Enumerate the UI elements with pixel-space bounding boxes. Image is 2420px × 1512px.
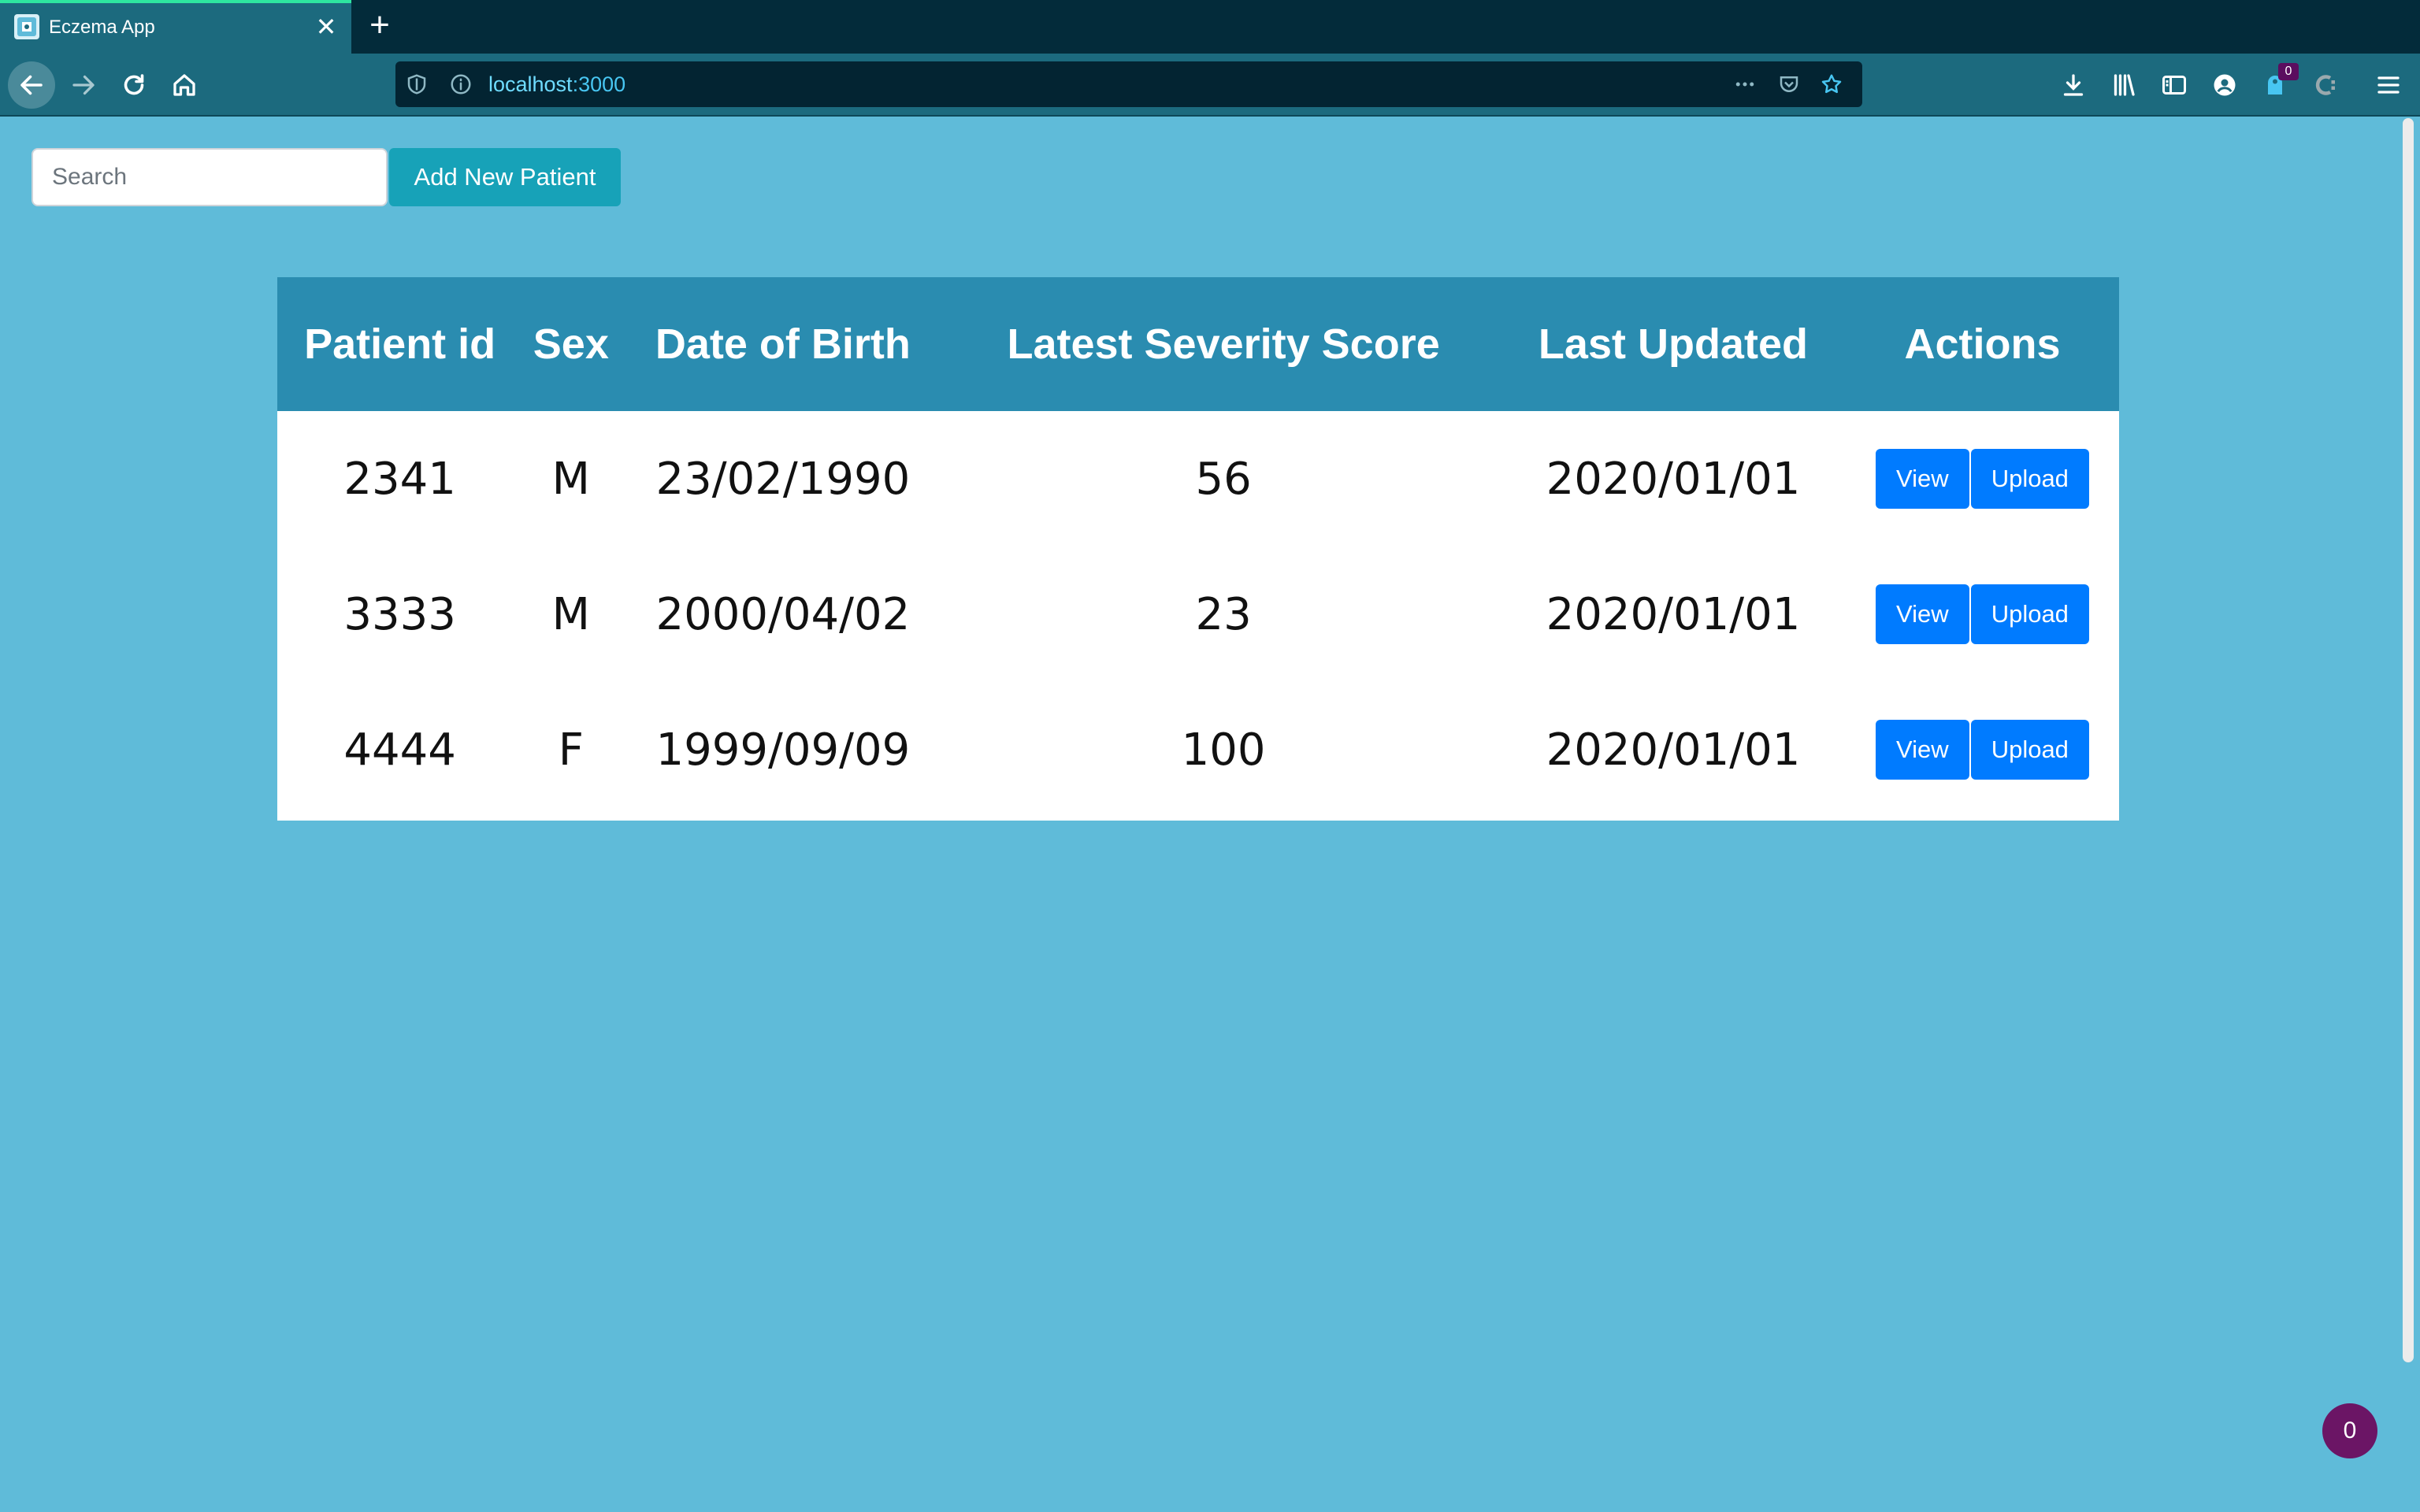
- cell-last-updated: 2020/01/01: [1546, 453, 1801, 505]
- shield-icon[interactable]: [405, 72, 429, 96]
- cell-severity-score: 23: [1195, 588, 1252, 640]
- browser-tab[interactable]: Eczema App ✕: [0, 0, 351, 54]
- search-input[interactable]: [32, 148, 388, 206]
- header-sex: Sex: [533, 321, 609, 368]
- cell-sex: M: [551, 453, 590, 505]
- menu-icon[interactable]: [2374, 71, 2403, 99]
- extension-c-icon[interactable]: [2311, 71, 2340, 99]
- cell-last-updated: 2020/01/01: [1546, 588, 1801, 640]
- table-header-row: Patient id Sex Date of Birth Latest Seve…: [277, 277, 2119, 411]
- header-latest-severity-score: Latest Severity Score: [1007, 321, 1440, 368]
- cell-date-of-birth: 23/02/1990: [655, 453, 911, 505]
- page-content: Add New Patient Patient id Sex Date of B…: [0, 118, 2395, 1512]
- header-patient-id: Patient id: [304, 321, 496, 368]
- cell-patient-id: 3333: [343, 588, 456, 640]
- view-button[interactable]: View: [1876, 449, 1969, 509]
- account-icon[interactable]: [2210, 71, 2239, 99]
- header-date-of-birth: Date of Birth: [655, 321, 911, 368]
- back-button[interactable]: [8, 61, 55, 109]
- header-last-updated: Last Updated: [1538, 321, 1808, 368]
- bookmark-star-icon[interactable]: [1820, 72, 1843, 96]
- cell-severity-score: 56: [1195, 453, 1252, 505]
- library-icon[interactable]: [2110, 71, 2138, 99]
- address-bar[interactable]: localhost:3000: [395, 61, 1862, 107]
- back-arrow-icon: [20, 75, 43, 95]
- cell-actions: View Upload: [1846, 411, 2119, 547]
- site-info-icon[interactable]: [449, 72, 473, 96]
- forward-arrow-icon: [72, 75, 95, 95]
- sidebar-icon[interactable]: [2160, 71, 2188, 99]
- cell-actions: View Upload: [1846, 547, 2119, 682]
- pocket-icon[interactable]: [1777, 72, 1801, 96]
- browser-tab-bar: Eczema App ✕ +: [0, 0, 2420, 54]
- scrollbar-thumb[interactable]: [2403, 118, 2414, 1362]
- header-actions: Actions: [1904, 321, 2061, 368]
- reload-icon: [124, 74, 144, 95]
- cell-actions: View Upload: [1846, 682, 2119, 817]
- notification-badge: 0: [2278, 63, 2299, 80]
- tab-close-icon[interactable]: ✕: [312, 13, 340, 41]
- chat-badge-button[interactable]: 0: [2322, 1403, 2377, 1458]
- cell-patient-id: 4444: [343, 724, 456, 776]
- app-favicon-icon: [14, 14, 39, 39]
- browser-nav-bar: localhost:3000 0: [0, 54, 2420, 117]
- table-row: 3333 M 2000/04/02 23 2020/01/01 View Upl…: [277, 547, 2119, 682]
- cell-patient-id: 2341: [343, 453, 456, 505]
- table-row: 4444 F 1999/09/09 100 2020/01/01 View Up…: [277, 682, 2119, 817]
- cell-sex: F: [558, 724, 584, 776]
- cell-severity-score: 100: [1181, 724, 1266, 776]
- tab-title: Eczema App: [49, 17, 155, 38]
- table-row: 2341 M 23/02/1990 56 2020/01/01 View Upl…: [277, 411, 2119, 547]
- upload-button[interactable]: Upload: [1970, 449, 2089, 509]
- forward-button[interactable]: [60, 61, 107, 109]
- add-new-patient-button[interactable]: Add New Patient: [389, 148, 621, 206]
- view-button[interactable]: View: [1876, 584, 1969, 644]
- patient-table: Patient id Sex Date of Birth Latest Seve…: [277, 277, 2119, 821]
- upload-button[interactable]: Upload: [1970, 584, 2089, 644]
- cell-sex: M: [551, 588, 590, 640]
- home-icon: [173, 74, 195, 96]
- page-scrollbar[interactable]: [2395, 118, 2420, 1512]
- new-tab-icon[interactable]: +: [362, 8, 397, 43]
- view-button[interactable]: View: [1876, 720, 1969, 780]
- home-button[interactable]: [161, 61, 208, 109]
- downloads-icon[interactable]: [2059, 71, 2088, 99]
- cell-date-of-birth: 1999/09/09: [655, 724, 911, 776]
- reload-button[interactable]: [110, 61, 158, 109]
- more-actions-icon[interactable]: [1733, 72, 1757, 96]
- upload-button[interactable]: Upload: [1970, 720, 2089, 780]
- cell-last-updated: 2020/01/01: [1546, 724, 1801, 776]
- cell-date-of-birth: 2000/04/02: [655, 588, 911, 640]
- url-text[interactable]: localhost:3000: [488, 72, 625, 96]
